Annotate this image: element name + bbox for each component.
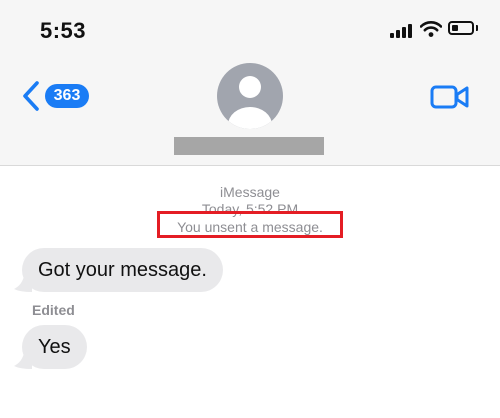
battery-icon — [448, 21, 474, 35]
contact-name-redacted[interactable] — [174, 137, 324, 155]
bubble-tail — [14, 353, 32, 369]
wifi-icon — [420, 21, 442, 37]
battery-tip — [476, 25, 478, 31]
annotation-highlight-box — [157, 211, 343, 238]
message-bubble[interactable]: Got your message. — [14, 248, 223, 292]
contact-avatar[interactable] — [217, 63, 283, 129]
message-text: Yes — [38, 336, 71, 358]
conversation-header: 5:53 363 — [0, 0, 500, 166]
message-text: Got your message. — [38, 259, 207, 281]
unread-count-badge: 363 — [45, 84, 89, 108]
message-thread: iMessage Today, 5:52 PM You unsent a mes… — [0, 166, 500, 418]
message-bubble[interactable]: Yes — [14, 325, 87, 369]
cellular-signal-icon — [390, 24, 412, 38]
chevron-left-icon — [23, 81, 39, 111]
back-button[interactable]: 363 — [20, 80, 92, 112]
bubble-tail — [14, 276, 32, 292]
messages-screen: 5:53 363 iMessage Today, 5:52 PM You uns… — [0, 0, 500, 418]
edited-label[interactable]: Edited — [32, 302, 75, 318]
video-call-button[interactable] — [430, 84, 470, 110]
status-time: 5:53 — [40, 18, 87, 43]
service-label: iMessage — [220, 184, 280, 200]
